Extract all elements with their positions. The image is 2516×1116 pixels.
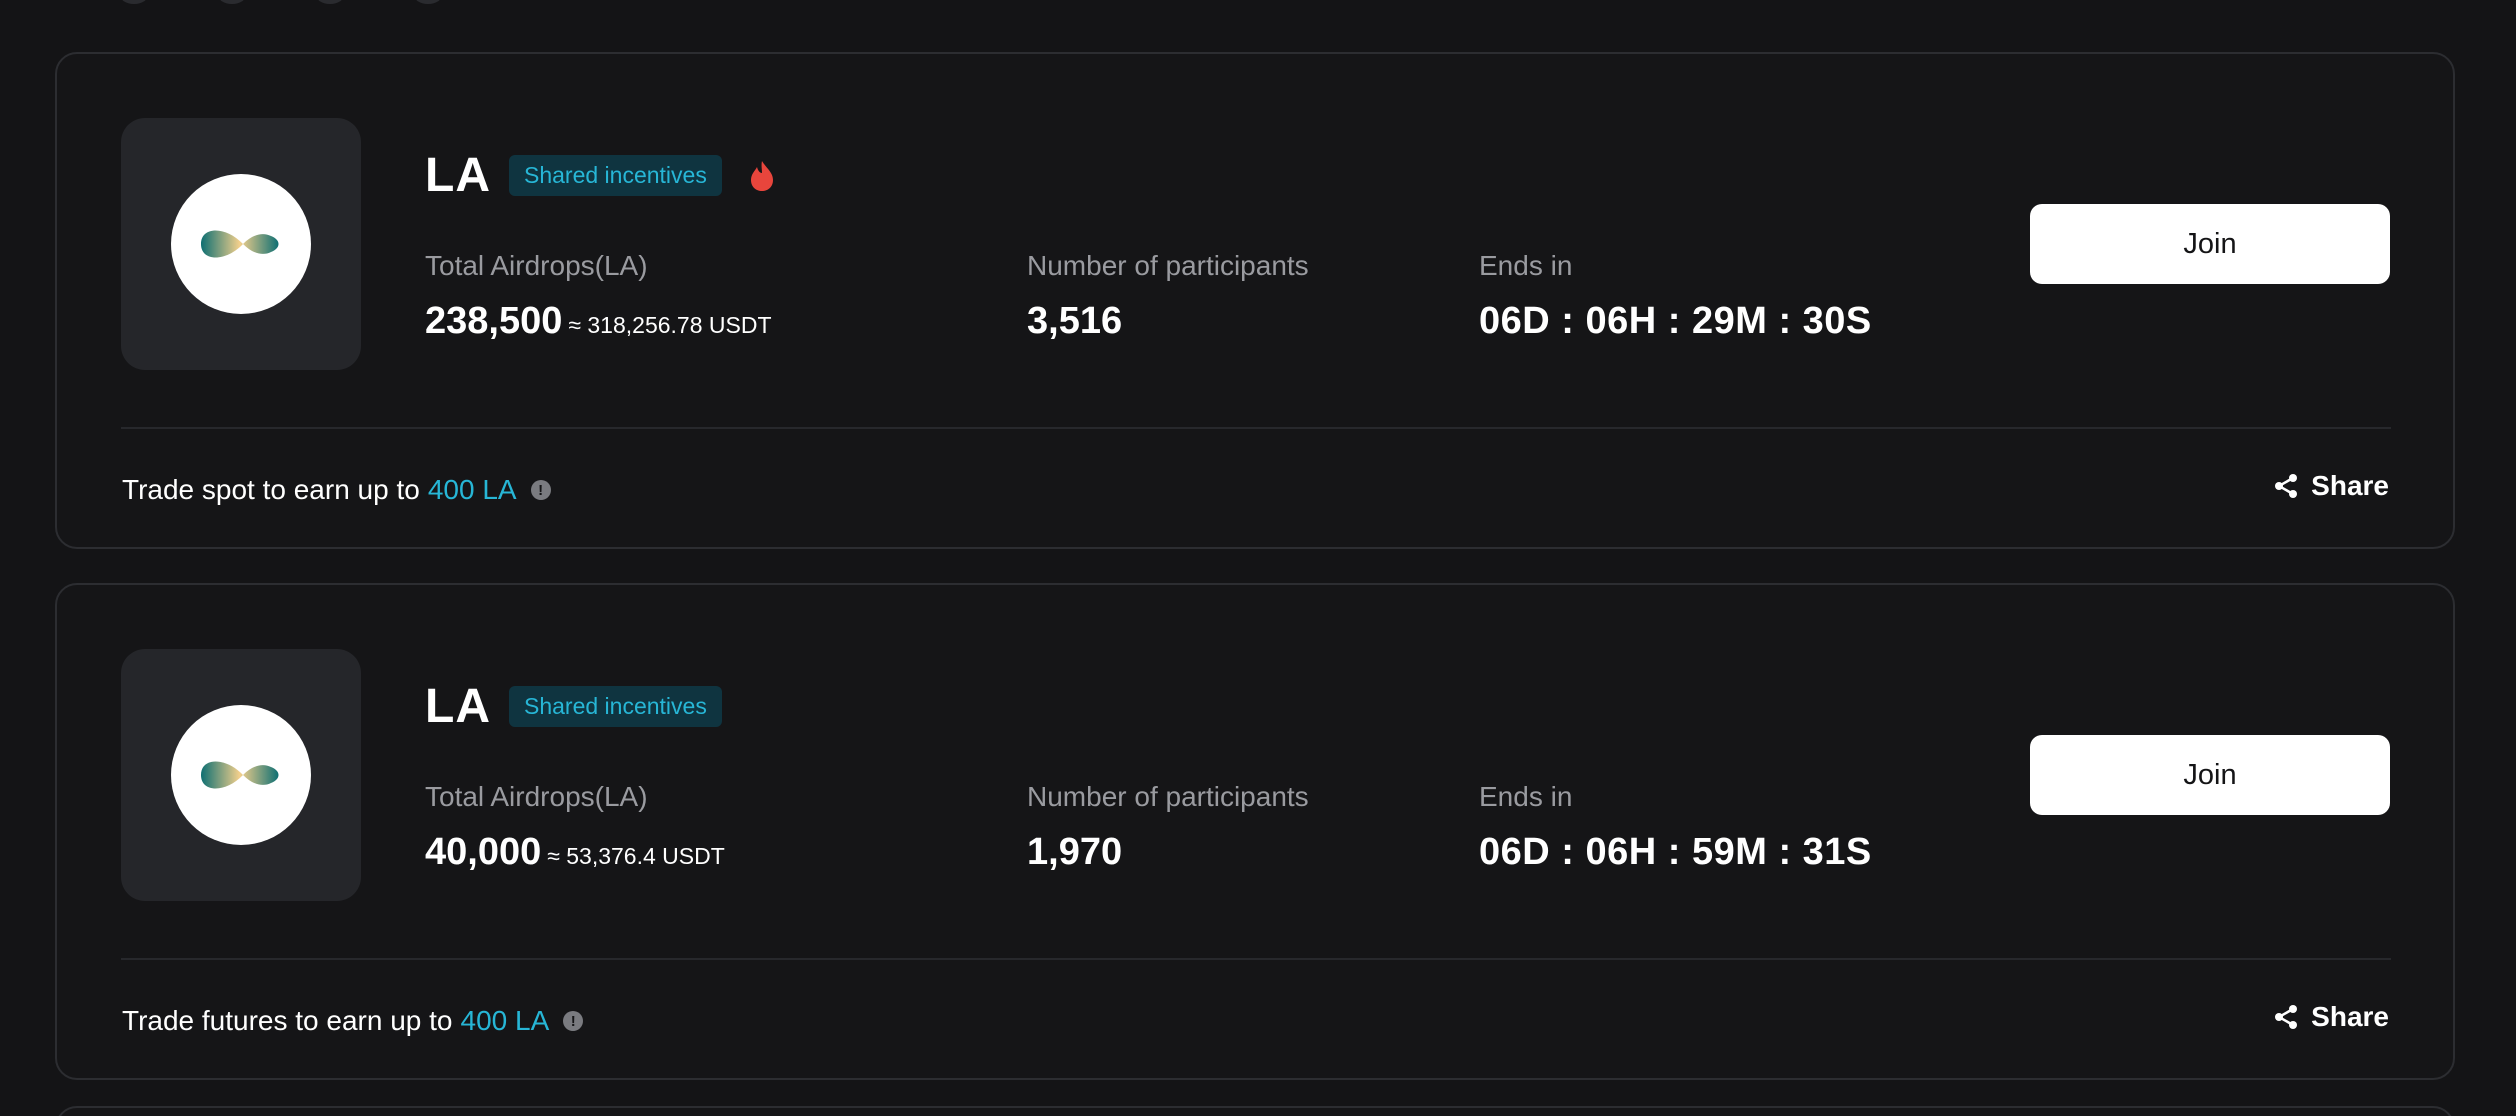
- total-airdrops-stat: Total Airdrops(LA) 40,000 ≈ 53,376.4 USDT: [425, 781, 725, 874]
- fire-icon: [750, 160, 773, 191]
- participants-value: 3,516: [1027, 300, 1123, 342]
- participants-label: Number of participants: [1027, 250, 1309, 281]
- join-button[interactable]: Join: [2030, 204, 2390, 284]
- ends-in-label: Ends in: [1479, 781, 1573, 812]
- ends-in-stat: Ends in 06D : 06H : 59M : 31S: [1479, 781, 1872, 874]
- total-airdrops-value: 238,500: [425, 300, 563, 342]
- total-airdrops-usdt: ≈ 318,256.78 USDT: [568, 312, 772, 338]
- token-title-row: LA Shared incentives: [425, 679, 722, 734]
- divider: [121, 958, 2391, 960]
- token-logo-box: [121, 118, 361, 370]
- token-title-row: LA Shared incentives: [425, 148, 776, 203]
- token-name: LA: [425, 680, 491, 733]
- stat-value: 40,000 ≈ 53,376.4 USDT: [425, 831, 725, 874]
- info-icon[interactable]: !: [530, 480, 551, 500]
- airdrop-card: LA Shared incentives Total Airdrops(LA) …: [55, 52, 2455, 549]
- shared-incentives-tag: Shared incentives: [508, 686, 722, 727]
- airdrop-card: LA Shared incentives Total Airdrops(LA) …: [55, 583, 2455, 1080]
- token-logo-box: [121, 649, 361, 901]
- join-button[interactable]: Join: [2030, 735, 2390, 815]
- participants-value: 1,970: [1027, 831, 1123, 873]
- partial-shape: [218, 0, 246, 4]
- la-token-logo-icon: [171, 705, 311, 845]
- earn-description: Trade spot to earn up to 400 LA !: [122, 474, 551, 506]
- earn-description: Trade futures to earn up to 400 LA !: [122, 1005, 584, 1037]
- airdrop-card-partial: [55, 1106, 2455, 1116]
- earn-text: Trade spot to earn up to: [122, 474, 420, 505]
- total-airdrops-label: Total Airdrops(LA): [425, 781, 648, 812]
- reward-amount: 400 LA: [427, 474, 517, 505]
- total-airdrops-label: Total Airdrops(LA): [425, 250, 648, 281]
- previous-section-partial: [120, 0, 680, 4]
- airdrop-list: LA Shared incentives Total Airdrops(LA) …: [0, 0, 2516, 1116]
- countdown-timer: 06D : 06H : 29M : 30S: [1479, 300, 1872, 342]
- share-button[interactable]: Share: [2273, 470, 2389, 502]
- info-icon[interactable]: !: [563, 1011, 584, 1031]
- la-token-logo-icon: [171, 174, 311, 314]
- shared-incentives-tag: Shared incentives: [508, 155, 722, 196]
- total-airdrops-stat: Total Airdrops(LA) 238,500 ≈ 318,256.78 U…: [425, 250, 772, 343]
- share-icon: [2275, 474, 2298, 498]
- stat-value: 238,500 ≈ 318,256.78 USDT: [425, 300, 772, 343]
- participants-stat: Number of participants 1,970: [1027, 781, 1309, 874]
- partial-shape: [316, 0, 344, 4]
- total-airdrops-usdt: ≈ 53,376.4 USDT: [547, 843, 725, 869]
- countdown-timer: 06D : 06H : 59M : 31S: [1479, 831, 1872, 873]
- partial-shape: [414, 0, 442, 4]
- earn-text: Trade futures to earn up to: [122, 1005, 453, 1036]
- share-label: Share: [2311, 1001, 2389, 1032]
- share-label: Share: [2311, 470, 2389, 501]
- participants-label: Number of participants: [1027, 781, 1309, 812]
- divider: [121, 427, 2391, 429]
- partial-shape: [120, 0, 148, 4]
- ends-in-label: Ends in: [1479, 250, 1573, 281]
- reward-amount: 400 LA: [460, 1005, 550, 1036]
- share-icon: [2275, 1005, 2298, 1029]
- total-airdrops-value: 40,000: [425, 831, 542, 873]
- ends-in-stat: Ends in 06D : 06H : 29M : 30S: [1479, 250, 1872, 343]
- participants-stat: Number of participants 3,516: [1027, 250, 1309, 343]
- token-name: LA: [425, 149, 491, 202]
- share-button[interactable]: Share: [2273, 1001, 2389, 1033]
